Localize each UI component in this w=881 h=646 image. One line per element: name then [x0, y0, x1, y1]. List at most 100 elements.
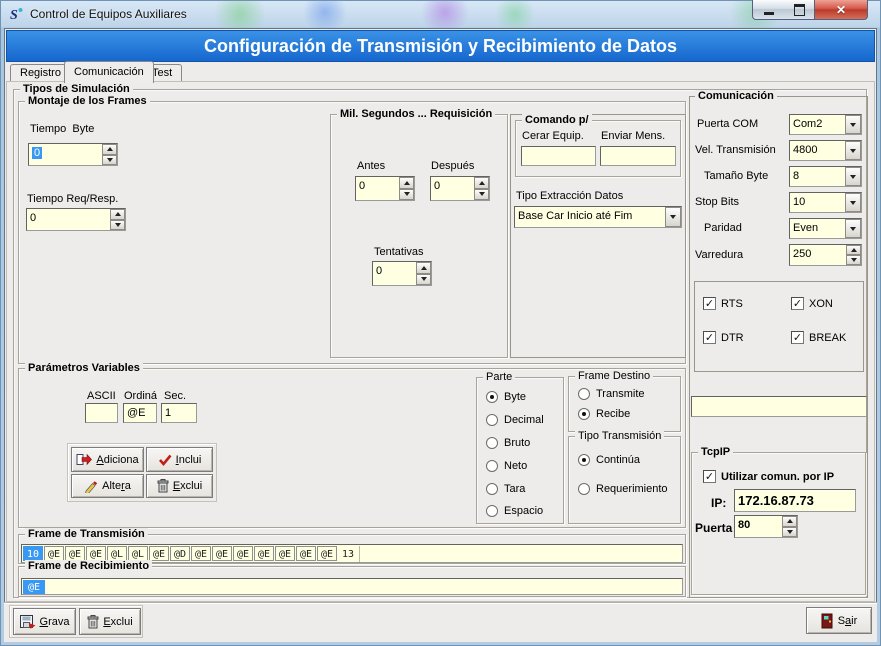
chevron-down-icon [850, 175, 856, 179]
radio-label: Bruto [504, 437, 530, 449]
sec-input[interactable]: 1 [161, 403, 197, 423]
frame-cell[interactable]: @E [317, 546, 337, 561]
comunicacion-group-label: Comunicación [695, 90, 777, 103]
radio-transmite[interactable]: Transmite [578, 388, 645, 400]
radio-recibe[interactable]: Recibe [578, 408, 630, 420]
radio-espacio[interactable]: Espacio [486, 505, 543, 517]
cerar-equip-input[interactable] [521, 146, 596, 166]
sair-button[interactable]: Sair [806, 607, 872, 634]
spinner-up-button[interactable] [399, 177, 414, 189]
maximize-button[interactable] [784, 0, 814, 20]
tab-comunicacion[interactable]: Comunicación [64, 61, 154, 83]
grid-divider [359, 546, 360, 562]
dropdown-button[interactable] [845, 167, 861, 186]
enviar-mens-input[interactable] [600, 146, 676, 166]
frame-cell[interactable]: @L [107, 546, 127, 561]
tiempo-req-spinner[interactable]: 0 [26, 208, 126, 231]
varredura-spinner[interactable]: 250 [789, 244, 862, 266]
minimize-icon [764, 12, 774, 15]
tab-registro[interactable]: Registro [10, 64, 71, 82]
altera-button[interactable]: Altera [71, 474, 144, 498]
spinner-down-button[interactable] [416, 274, 431, 286]
frame-cell[interactable]: 10 [23, 546, 43, 561]
antes-spinner[interactable]: 0 [355, 176, 415, 201]
minimize-button[interactable] [752, 0, 785, 20]
frame-cell[interactable]: @E [275, 546, 295, 561]
frame-cell[interactable]: @E [296, 546, 316, 561]
frame-cell[interactable]: @E [233, 546, 253, 561]
spinner-up-button[interactable] [102, 144, 117, 155]
frame-cell[interactable]: @L [128, 546, 148, 561]
button-label: Inclui [176, 454, 202, 466]
grava-button[interactable]: Grava [13, 608, 76, 635]
radio-neto[interactable]: Neto [486, 460, 527, 472]
spinner-up-button[interactable] [846, 245, 861, 255]
dropdown-button[interactable] [845, 193, 861, 212]
spinner-down-button[interactable] [782, 527, 797, 538]
frame-cell[interactable]: 13 [338, 546, 358, 561]
exclui-bottom-button[interactable]: Exclui [79, 608, 141, 635]
frame-cell[interactable]: @E [191, 546, 211, 561]
ip-input[interactable]: 172.16.87.73 [734, 489, 856, 512]
mil-segundos-group: Mil. Segundos ... Requisición [330, 114, 508, 358]
ip-label: IP: [711, 497, 726, 510]
tipo-extraccion-select[interactable]: Base Car Inicio até Fim [514, 206, 682, 228]
vel-transmision-select[interactable]: 4800 [789, 140, 862, 161]
tentativas-spinner[interactable]: 0 [372, 261, 432, 286]
dtr-checkbox[interactable]: ✓DTR [703, 331, 744, 344]
xon-checkbox[interactable]: ✓XON [791, 297, 833, 310]
frame-cell[interactable]: @D [170, 546, 190, 561]
tiempo-byte-spinner[interactable]: 0 [28, 143, 118, 166]
ascii-input[interactable] [85, 403, 118, 423]
spinner-down-button[interactable] [102, 155, 117, 166]
radio-continua[interactable]: Continúa [578, 454, 640, 466]
frame-recibimiento-grid[interactable]: @E [21, 578, 683, 595]
window-title: Control de Equipos Auxiliares [30, 7, 187, 21]
spinner-up-button[interactable] [110, 209, 125, 220]
dropdown-button[interactable] [845, 141, 861, 160]
radio-requerimiento[interactable]: Requerimiento [578, 483, 668, 495]
frame-cell[interactable]: @E [23, 580, 45, 594]
spinner-down-button[interactable] [474, 189, 489, 201]
puerta-spinner[interactable]: 80 [734, 515, 798, 538]
close-button[interactable]: ✕ [814, 0, 868, 20]
spinner-down-button[interactable] [846, 255, 861, 265]
despues-spinner[interactable]: 0 [430, 176, 490, 201]
stop-bits-select[interactable]: 10 [789, 192, 862, 213]
spinner-down-icon [421, 277, 427, 281]
status-field[interactable] [691, 396, 867, 417]
utilizar-ip-checkbox[interactable]: ✓Utilizar comun. por IP [703, 470, 834, 483]
rts-checkbox[interactable]: ✓RTS [703, 297, 743, 310]
frame-cell[interactable]: @E [86, 546, 106, 561]
radio-decimal[interactable]: Decimal [486, 414, 544, 426]
adiciona-button[interactable]: Adiciona [71, 447, 144, 472]
spinner-up-button[interactable] [416, 262, 431, 274]
frame-cell[interactable]: @E [65, 546, 85, 561]
selected-value: Base Car Inicio até Fim [518, 209, 663, 224]
spinner-up-button[interactable] [474, 177, 489, 189]
dropdown-button[interactable] [665, 207, 681, 227]
spinner-down-button[interactable] [110, 220, 125, 231]
radio-tara[interactable]: Tara [486, 483, 525, 495]
ordina-input[interactable]: @E [123, 403, 157, 423]
frame-cell[interactable]: @E [212, 546, 232, 561]
frame-cell[interactable]: @E [254, 546, 274, 561]
spinner-down-button[interactable] [399, 189, 414, 201]
break-checkbox[interactable]: ✓BREAK [791, 331, 846, 344]
inclui-button[interactable]: Inclui [146, 447, 213, 472]
dropdown-button[interactable] [845, 115, 861, 134]
paridad-select[interactable]: Even [789, 218, 862, 239]
spinner-up-button[interactable] [782, 516, 797, 527]
radio-byte[interactable]: Byte [486, 391, 526, 403]
group-label: Parte [483, 371, 515, 384]
tipo-transmision-group: Tipo Transmisión [568, 436, 681, 524]
puerta-com-select[interactable]: Com2 [789, 114, 862, 135]
radio-bruto[interactable]: Bruto [486, 437, 530, 449]
frame-cell[interactable]: @E [44, 546, 64, 561]
tamano-byte-select[interactable]: 8 [789, 166, 862, 187]
frame-cell[interactable]: @E [149, 546, 169, 561]
add-icon [76, 453, 92, 466]
dropdown-button[interactable] [845, 219, 861, 238]
tab-label: Test [152, 67, 172, 79]
exclui-button[interactable]: Exclui [146, 474, 213, 498]
